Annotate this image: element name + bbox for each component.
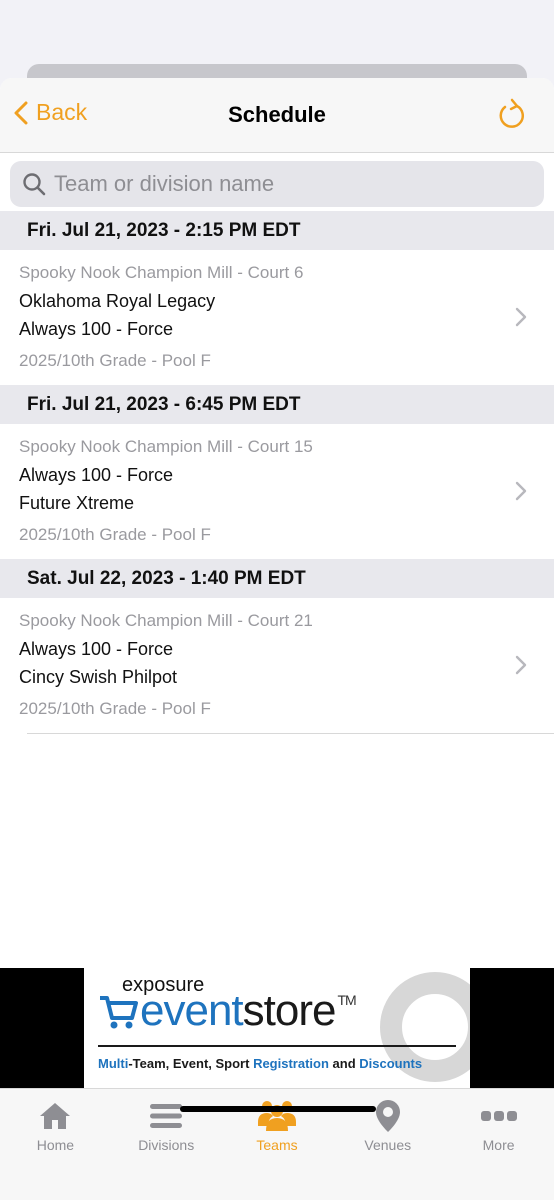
page-title: Schedule — [228, 102, 326, 127]
ad-brand: event store TM — [98, 986, 357, 1036]
game-team-1: Oklahoma Royal Legacy — [19, 291, 216, 311]
map-pin-icon — [375, 1100, 400, 1132]
ad-content: exposure event store TM Multi-Team, Event,… — [84, 968, 470, 1088]
navigation-bar: Back Schedule — [0, 78, 554, 153]
chevron-right-icon — [515, 307, 527, 327]
tab-label: Teams — [256, 1137, 298, 1153]
ad-banner[interactable]: exposure event store TM Multi-Team, Event,… — [0, 968, 554, 1088]
divider — [27, 733, 554, 734]
search-input[interactable] — [54, 171, 494, 197]
ad-tagline-part: Multi — [98, 1056, 129, 1071]
date-header: Sat. Jul 22, 2023 - 1:40 PM EDT — [0, 559, 554, 598]
chevron-right-icon — [515, 655, 527, 675]
schedule-list: Fri. Jul 21, 2023 - 2:15 PM EDT Spooky N… — [0, 211, 554, 734]
tab-bar: Home Divisions Teams Venues More — [0, 1088, 554, 1200]
game-team-2: Cincy Swish Philpot — [19, 667, 178, 687]
game-division: 2025/10th Grade - Pool F — [19, 351, 211, 370]
tab-home[interactable]: Home — [0, 1089, 111, 1200]
people-icon — [257, 1101, 296, 1131]
game-row[interactable]: Spooky Nook Champion Mill - Court 6 Okla… — [0, 250, 554, 385]
game-venue: Spooky Nook Champion Mill - Court 21 — [19, 611, 313, 630]
game-division: 2025/10th Grade - Pool F — [19, 699, 211, 718]
schedule-sheet: Back Schedule Fri. Jul 21, 2023 - 2:15 P… — [0, 78, 554, 1200]
search-bar — [0, 153, 554, 211]
game-team-1: Always 100 - Force — [19, 465, 174, 485]
game-team-2: Future Xtreme — [19, 493, 135, 513]
game-row[interactable]: Spooky Nook Champion Mill - Court 21 Alw… — [0, 598, 554, 733]
tab-label: Divisions — [138, 1137, 195, 1153]
game-row[interactable]: Spooky Nook Champion Mill - Court 15 Alw… — [0, 424, 554, 559]
ad-event-text: event — [140, 986, 244, 1035]
search-field[interactable] — [10, 161, 544, 207]
ad-tagline-part: Registration — [253, 1056, 329, 1071]
game-team-2: Always 100 - Force — [19, 319, 174, 339]
refresh-icon — [499, 98, 524, 128]
ad-divider — [98, 1045, 456, 1047]
list-icon — [150, 1104, 183, 1128]
house-icon — [40, 1103, 71, 1129]
ad-store-text: store — [242, 986, 337, 1035]
tab-label: More — [482, 1137, 515, 1153]
ad-tagline-part: and — [328, 1056, 360, 1071]
game-team-1: Always 100 - Force — [19, 639, 174, 659]
ellipsis-icon — [480, 1111, 517, 1121]
shopping-cart-icon — [100, 996, 138, 1029]
game-venue: Spooky Nook Champion Mill - Court 15 — [19, 437, 313, 456]
game-venue: Spooky Nook Champion Mill - Court 6 — [19, 263, 304, 282]
refresh-button[interactable] — [496, 98, 526, 137]
chevron-right-icon — [515, 481, 527, 501]
ad-tagline-part: Discounts — [359, 1056, 423, 1071]
tab-label: Venues — [364, 1137, 412, 1153]
ad-tagline: Multi-Team, Event, Sport Registration an… — [98, 1056, 422, 1071]
tab-label: Home — [36, 1137, 75, 1153]
ad-tagline-part: -Team, Event, Sport — [128, 1056, 254, 1071]
tab-more[interactable]: More — [443, 1089, 554, 1200]
date-header: Fri. Jul 21, 2023 - 6:45 PM EDT — [0, 385, 554, 424]
ad-trademark: TM — [337, 992, 356, 1008]
date-header: Fri. Jul 21, 2023 - 2:15 PM EDT — [0, 211, 554, 250]
game-division: 2025/10th Grade - Pool F — [19, 525, 211, 544]
search-icon — [23, 173, 46, 196]
home-indicator[interactable] — [180, 1106, 376, 1112]
